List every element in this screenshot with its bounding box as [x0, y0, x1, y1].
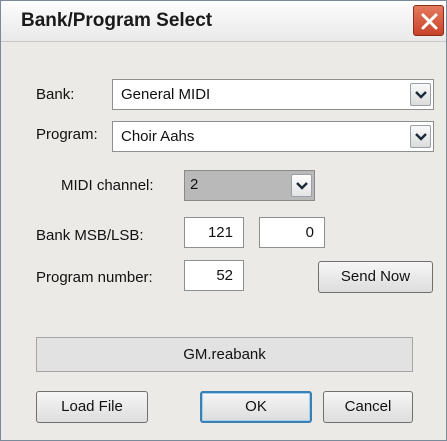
- window-title: Bank/Program Select: [21, 10, 213, 31]
- chevron-down-icon: [415, 133, 427, 141]
- cancel-label: Cancel: [344, 398, 392, 415]
- bank-value: General MIDI: [121, 86, 211, 103]
- bank-lsb-value: 0: [305, 224, 314, 241]
- bank-dropdown-button[interactable]: [410, 83, 431, 106]
- chevron-down-icon: [415, 91, 427, 99]
- program-number-field[interactable]: 52: [184, 260, 244, 291]
- program-dropdown[interactable]: Choir Aahs: [112, 121, 434, 152]
- ok-label: OK: [245, 398, 267, 415]
- bank-lsb-field[interactable]: 0: [259, 217, 325, 248]
- ok-button[interactable]: OK: [200, 391, 312, 423]
- bank-label: Bank:: [36, 86, 75, 103]
- midi-channel-dropdown-button[interactable]: [291, 174, 312, 197]
- midi-channel-label: MIDI channel:: [61, 177, 154, 194]
- program-dropdown-button[interactable]: [410, 125, 431, 148]
- bank-msb-lsb-label: Bank MSB/LSB:: [36, 227, 144, 244]
- load-file-label: Load File: [61, 398, 123, 415]
- program-label: Program:: [36, 126, 98, 143]
- close-icon: [421, 13, 438, 30]
- bank-msb-field[interactable]: 121: [184, 217, 244, 248]
- midi-channel-value: 2: [190, 176, 199, 193]
- midi-channel-dropdown[interactable]: 2: [184, 170, 315, 201]
- program-number-value: 52: [216, 267, 233, 284]
- cancel-button[interactable]: Cancel: [323, 391, 413, 423]
- chevron-down-icon: [296, 182, 308, 190]
- close-button[interactable]: [413, 5, 444, 36]
- program-number-label: Program number:: [36, 269, 153, 286]
- reabank-file-name: GM.reabank: [183, 346, 266, 363]
- reabank-file-status: GM.reabank: [36, 337, 413, 372]
- program-value: Choir Aahs: [121, 128, 195, 145]
- send-now-button[interactable]: Send Now: [318, 261, 433, 293]
- bank-program-select-dialog: Bank/Program Select Bank: General MIDI P…: [0, 0, 447, 441]
- title-bar[interactable]: Bank/Program Select: [1, 1, 446, 42]
- bank-dropdown[interactable]: General MIDI: [112, 79, 434, 110]
- bank-msb-value: 121: [207, 224, 233, 241]
- load-file-button[interactable]: Load File: [36, 391, 148, 423]
- send-now-label: Send Now: [340, 268, 411, 285]
